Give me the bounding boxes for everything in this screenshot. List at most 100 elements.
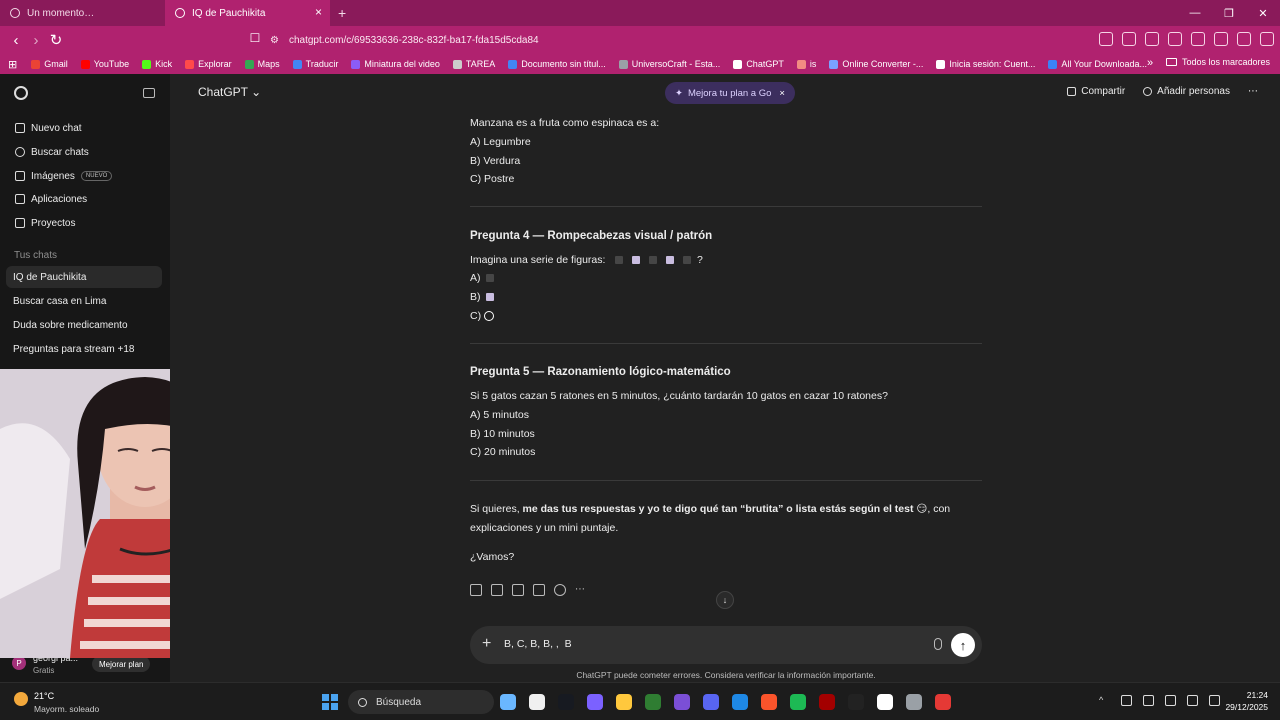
close-tab-icon[interactable]: × — [315, 6, 322, 18]
bookmark-item[interactable]: UniversoCraft - Esta... — [618, 59, 720, 69]
message-composer[interactable]: + B, C, B, B, , B ↑ — [470, 626, 982, 664]
taskbar-app-icon[interactable] — [877, 694, 893, 710]
new-tab-icon[interactable]: + — [338, 5, 346, 21]
send-icon[interactable]: ↑ — [951, 633, 975, 657]
vpn-icon[interactable] — [1237, 32, 1251, 46]
taskbar-app-icon[interactable] — [500, 694, 516, 710]
chat-item[interactable]: Duda sobre medicamento — [6, 314, 162, 336]
clock[interactable]: 21:24 29/12/2025 — [1225, 689, 1268, 713]
bookmark-item[interactable]: is — [796, 59, 816, 69]
message-input[interactable]: B, C, B, B, , B — [504, 638, 572, 650]
battery-icon[interactable] — [1209, 695, 1220, 706]
share-icon[interactable] — [533, 584, 545, 596]
taskbar-app-icon[interactable] — [906, 694, 922, 710]
sidebar-item-label: Buscar chats — [31, 146, 89, 158]
wallet-icon[interactable] — [1122, 32, 1136, 46]
apps-grid-icon[interactable]: ⊞ — [8, 58, 17, 71]
wallet-icon[interactable] — [1191, 32, 1205, 46]
site-settings-icon[interactable]: ⚙ — [270, 35, 279, 46]
bookmark-item[interactable]: Online Converter -... — [829, 59, 923, 69]
thumbs-down-icon[interactable] — [512, 584, 524, 596]
more-options-icon[interactable]: ⋯ — [1248, 86, 1258, 97]
volume-icon[interactable] — [1187, 695, 1198, 706]
taskbar-app-icon[interactable] — [703, 694, 719, 710]
bookmark-item[interactable]: Traducir — [292, 59, 338, 69]
restore-icon[interactable]: ❐ — [1212, 7, 1246, 20]
model-selector[interactable]: ChatGPT ⌄ — [198, 85, 261, 99]
forward-icon[interactable]: › — [26, 32, 46, 49]
bookmark-item[interactable]: All Your Downloada... — [1048, 59, 1147, 69]
add-people-button[interactable]: Añadir personas — [1143, 86, 1230, 97]
bookmark-item[interactable]: Maps — [244, 59, 280, 69]
close-icon[interactable]: × — [779, 88, 785, 99]
bookmark-item[interactable]: TAREA — [452, 59, 495, 69]
share-button[interactable]: Compartir — [1067, 86, 1125, 97]
upgrade-plan-button[interactable]: Mejorar plan — [92, 656, 151, 672]
openai-logo-icon[interactable] — [14, 86, 28, 100]
sidebar-item-new-chat[interactable]: Nuevo chat — [6, 117, 162, 139]
scroll-down-icon[interactable]: ↓ — [716, 591, 734, 609]
taskbar-app-icon[interactable] — [819, 694, 835, 710]
bookmark-item[interactable]: YouTube — [80, 59, 129, 69]
browser-tab[interactable]: Un momento… — [0, 0, 165, 26]
chat-item[interactable]: Buscar casa en Lima — [6, 290, 162, 312]
taskbar-app-icon[interactable] — [674, 694, 690, 710]
microphone-icon[interactable] — [1143, 695, 1154, 706]
taskbar-app-icon[interactable] — [616, 694, 632, 710]
bookmark-item[interactable]: ChatGPT — [733, 59, 784, 69]
menu-icon[interactable] — [1260, 32, 1274, 46]
chevron-up-icon[interactable]: ^ — [1099, 695, 1110, 706]
minimize-icon[interactable]: — — [1178, 7, 1212, 19]
leo-icon[interactable] — [1214, 32, 1228, 46]
bookmark-item[interactable]: Explorar — [185, 59, 232, 69]
back-icon[interactable]: ‹ — [6, 32, 26, 49]
sidebar-toggle-icon[interactable] — [143, 88, 155, 98]
bookmark-item[interactable]: Documento sin títul... — [508, 59, 606, 69]
bookmark-icon[interactable]: ☐ — [245, 31, 265, 45]
regenerate-icon[interactable] — [554, 584, 566, 596]
network-icon[interactable] — [1165, 695, 1176, 706]
more-bookmarks-icon[interactable]: » — [1147, 57, 1153, 69]
taskbar-app-icon[interactable] — [645, 694, 661, 710]
taskbar-app-icon[interactable] — [790, 694, 806, 710]
q4-title: Pregunta 4 — Rompecabezas visual / patró… — [470, 230, 713, 242]
address-bar[interactable]: ⚙ chatgpt.com/c/69533636-238c-832f-ba17-… — [270, 30, 990, 50]
bookmark-item[interactable]: Gmail — [31, 59, 68, 69]
taskbar-app-icon[interactable] — [558, 694, 574, 710]
all-bookmarks[interactable]: Todos los marcadores — [1165, 57, 1270, 67]
add-attachment-icon[interactable]: + — [482, 635, 491, 653]
taskbar-app-icon[interactable] — [732, 694, 748, 710]
reload-icon[interactable]: ↻ — [46, 31, 66, 49]
upgrade-go-pill[interactable]: ✦ Mejora tu plan a Go × — [665, 82, 795, 104]
light-square-icon — [486, 293, 495, 301]
bookmark-item[interactable]: Inicia sesión: Cuent... — [936, 59, 1035, 69]
thumbs-up-icon[interactable] — [491, 584, 503, 596]
sidebar-item-projects[interactable]: Proyectos — [6, 212, 162, 234]
microphone-icon[interactable] — [934, 638, 942, 650]
more-icon[interactable]: ⋯ — [575, 584, 587, 596]
taskbar-app-icon[interactable] — [529, 694, 545, 710]
sidebar-icon[interactable] — [1168, 32, 1182, 46]
sidebar-item-images[interactable]: Imágenes NUEVO — [6, 165, 162, 187]
taskbar-search[interactable]: Búsqueda — [348, 690, 494, 714]
bookmark-item[interactable]: Miniatura del video — [351, 59, 440, 69]
taskbar-app-icon[interactable] — [848, 694, 864, 710]
start-menu-icon[interactable] — [322, 694, 338, 710]
tray-app-icon[interactable] — [1121, 695, 1132, 706]
sidebar-item-apps[interactable]: Aplicaciones — [6, 188, 162, 210]
taskbar-app-icon[interactable] — [935, 694, 951, 710]
music-icon[interactable] — [1145, 32, 1159, 46]
sidebar-item-search[interactable]: Buscar chats — [6, 141, 162, 163]
bookmark-item[interactable]: Kick — [142, 59, 172, 69]
bookmark-label: Explorar — [198, 59, 232, 69]
weather-icon[interactable] — [14, 692, 28, 706]
extension-icon[interactable] — [1099, 32, 1113, 46]
taskbar-app-icon[interactable] — [761, 694, 777, 710]
dark-square-icon — [615, 256, 624, 264]
taskbar-app-icon[interactable] — [587, 694, 603, 710]
close-window-icon[interactable]: ✕ — [1246, 7, 1280, 20]
copy-icon[interactable] — [470, 584, 482, 596]
browser-tab-active[interactable]: IQ de Pauchikita × — [165, 0, 330, 26]
chat-item[interactable]: Preguntas para stream +18 — [6, 338, 162, 360]
chat-item-active[interactable]: IQ de Pauchikita — [6, 266, 162, 288]
